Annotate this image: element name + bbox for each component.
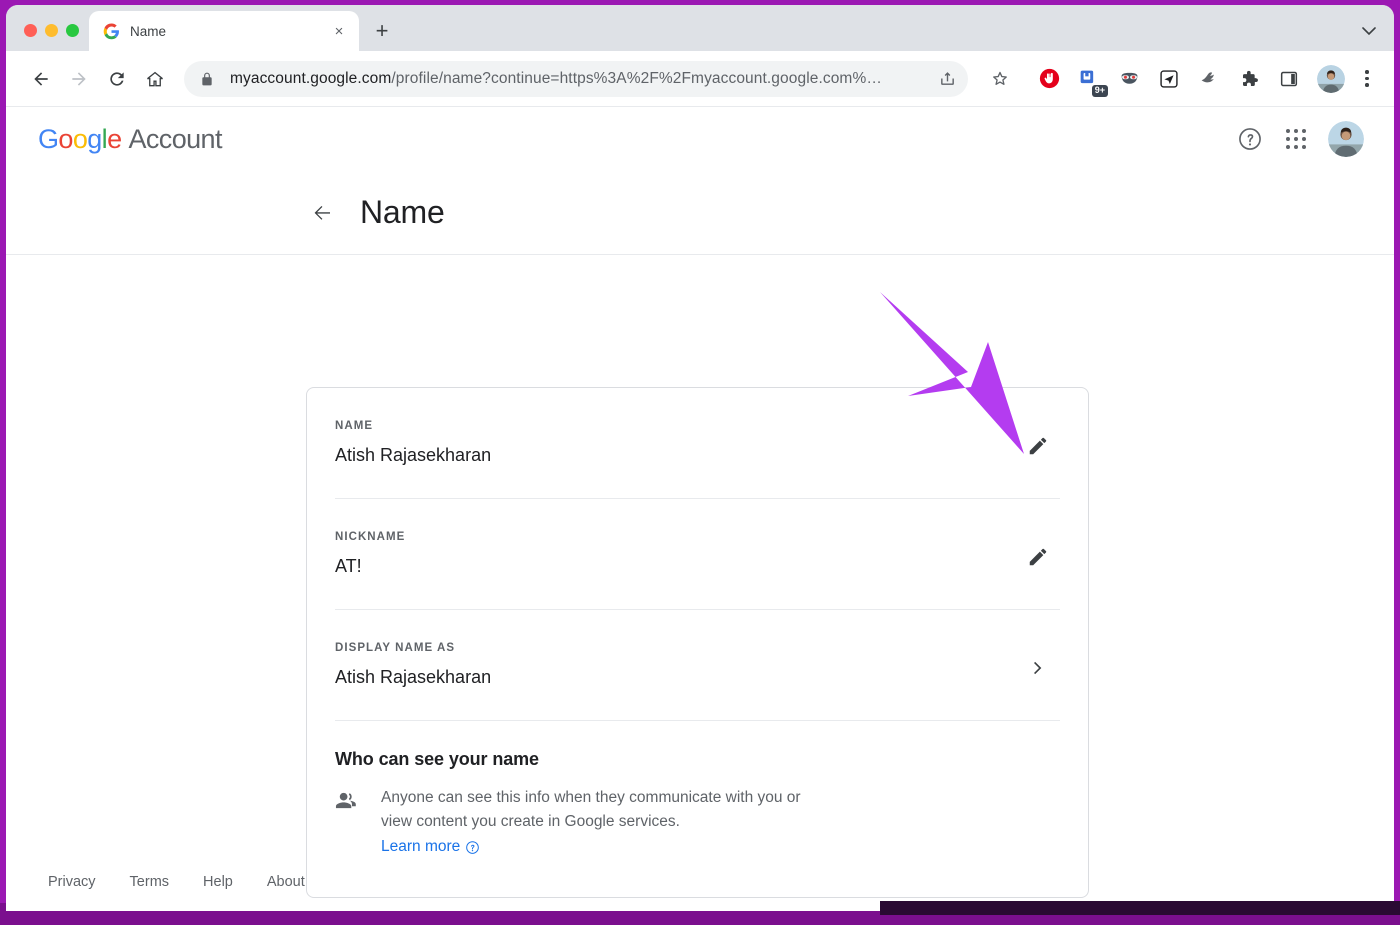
row-name-body: NAME Atish Rajasekharan <box>335 420 1016 466</box>
product-name: Account <box>128 123 223 154</box>
address-bar[interactable]: myaccount.google.com/profile/name?contin… <box>184 60 968 97</box>
row-name-label: NAME <box>335 420 374 432</box>
page-back-arrow-icon[interactable] <box>302 193 342 233</box>
bird-icon[interactable] <box>1194 64 1224 94</box>
url-path: /profile/name?continue=https%3A%2F%2Fmya… <box>391 69 882 87</box>
annotation-frame: Name × + myaccount.google.com/profile/na… <box>0 0 1400 925</box>
reload-icon[interactable] <box>100 62 134 96</box>
pocket-save-icon[interactable]: 9+ <box>1074 64 1108 97</box>
browser-toolbar: myaccount.google.com/profile/name?contin… <box>6 51 1394 107</box>
star-icon[interactable] <box>985 64 1015 94</box>
tab-title: Name <box>130 23 167 39</box>
row-nickname-value: AT! <box>335 556 362 576</box>
privacy-text-block: Anyone can see this info when they commu… <box>381 786 811 859</box>
new-tab-button[interactable]: + <box>367 16 397 46</box>
emoji-mask-icon[interactable] <box>1114 64 1144 94</box>
row-nickname[interactable]: NICKNAME AT! <box>335 499 1060 610</box>
row-nickname-body: NICKNAME AT! <box>335 531 1016 577</box>
home-icon[interactable] <box>138 62 172 96</box>
puzzle-extensions-icon[interactable] <box>1234 64 1264 94</box>
row-display-name-as[interactable]: DISPLAY NAME AS Atish Rajasekharan <box>335 610 1060 721</box>
footer-link-terms[interactable]: Terms <box>130 874 169 890</box>
footer-link-about[interactable]: About <box>267 874 305 890</box>
three-dot-menu-icon[interactable] <box>1354 64 1380 94</box>
back-arrow-icon[interactable] <box>24 62 58 96</box>
browser-window: Name × + myaccount.google.com/profile/na… <box>6 5 1394 911</box>
browser-profile-avatar[interactable] <box>1317 64 1345 93</box>
url-text: myaccount.google.com/profile/name?contin… <box>230 70 932 88</box>
chevron-right-icon[interactable] <box>1016 646 1060 690</box>
page-content: Google Account Name NAME Atish Rajasekha… <box>6 107 1394 911</box>
footer-link-privacy[interactable]: Privacy <box>48 874 96 890</box>
footer-link-help[interactable]: Help <box>203 874 233 890</box>
help-circle-icon[interactable] <box>1230 119 1270 159</box>
account-avatar[interactable] <box>1328 121 1364 157</box>
page-title-bar: Name <box>6 171 1394 255</box>
forward-arrow-icon[interactable] <box>62 62 96 96</box>
adblock-icon[interactable] <box>1034 64 1064 94</box>
tab-strip: Name × + <box>6 5 1394 51</box>
maximize-window-button[interactable] <box>66 24 79 37</box>
people-icon <box>335 789 359 859</box>
page-title: Name <box>360 194 445 230</box>
google-g-icon <box>103 23 120 40</box>
lock-icon <box>200 71 218 87</box>
browser-tab[interactable]: Name × <box>89 11 359 51</box>
row-name[interactable]: NAME Atish Rajasekharan <box>335 388 1060 499</box>
annotation-frame-bottom-bar <box>880 901 1400 915</box>
window-traffic-lights <box>6 24 89 51</box>
row-display-name-as-body: DISPLAY NAME AS Atish Rajasekharan <box>335 642 1016 688</box>
close-tab-button[interactable]: × <box>329 21 349 41</box>
close-window-button[interactable] <box>24 24 37 37</box>
url-domain: myaccount.google.com <box>230 69 392 87</box>
row-display-name-as-label: DISPLAY NAME AS <box>335 642 456 654</box>
edit-pencil-icon[interactable] <box>1016 424 1060 468</box>
side-panel-icon[interactable] <box>1274 64 1304 94</box>
row-name-value: Atish Rajasekharan <box>335 445 492 465</box>
name-settings-card: NAME Atish Rajasekharan NICKNAME AT! DIS… <box>306 387 1089 898</box>
edit-pencil-icon[interactable] <box>1016 535 1060 579</box>
chevron-down-icon[interactable] <box>1362 23 1376 39</box>
privacy-description: Anyone can see this info when they commu… <box>381 789 801 830</box>
extension-badge-count: 9+ <box>1091 85 1108 97</box>
apps-grid-icon[interactable] <box>1276 119 1316 159</box>
google-account-logo: Google Account <box>38 123 223 154</box>
minimize-window-button[interactable] <box>45 24 58 37</box>
privacy-body: Anyone can see this info when they commu… <box>335 786 1060 859</box>
send-arrow-icon[interactable] <box>1154 64 1184 94</box>
google-account-header: Google Account <box>6 107 1394 171</box>
share-icon[interactable] <box>932 64 962 94</box>
row-nickname-label: NICKNAME <box>335 531 406 543</box>
privacy-heading: Who can see your name <box>335 749 539 769</box>
row-display-name-as-value: Atish Rajasekharan <box>335 667 492 687</box>
